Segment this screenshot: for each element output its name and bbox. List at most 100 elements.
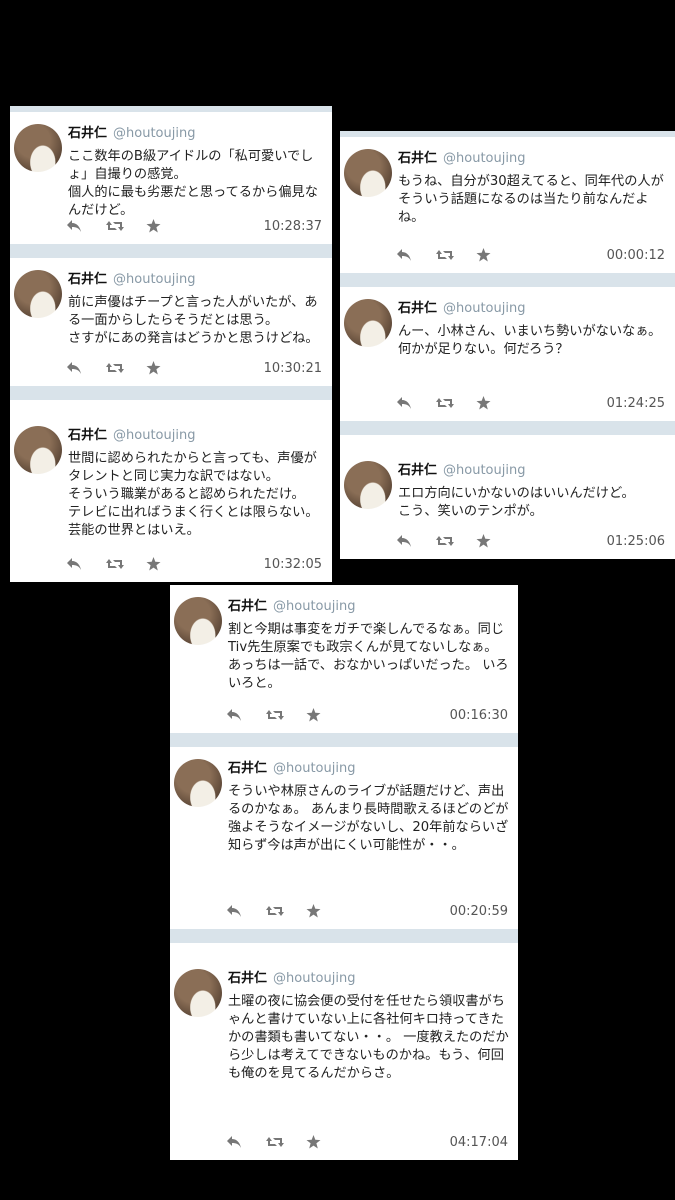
- favorite-icon[interactable]: [306, 1135, 346, 1149]
- tweet-card[interactable]: 石井仁 @houtoujing そういや林原さんのライブが話題だけど、声出るのかな…: [170, 747, 518, 943]
- avatar[interactable]: [174, 969, 222, 1017]
- user-name[interactable]: 石井仁: [228, 599, 267, 614]
- tweet-header: 石井仁 @houtoujing: [398, 297, 525, 316]
- tweet-header: 石井仁 @houtoujing: [228, 967, 355, 986]
- retweet-icon[interactable]: [106, 219, 146, 233]
- tweet-header: 石井仁 @houtoujing: [68, 122, 195, 141]
- reply-icon[interactable]: [66, 361, 106, 375]
- user-name[interactable]: 石井仁: [228, 761, 267, 776]
- user-handle[interactable]: @houtoujing: [443, 463, 525, 478]
- tweet-time[interactable]: 00:20:59: [450, 904, 508, 919]
- tweet-text: エロ方向にいかないのはいいんだけど。 こう、笑いのテンポが。: [398, 486, 635, 519]
- tweet-actions: 01:24:25: [396, 393, 665, 413]
- user-handle[interactable]: @houtoujing: [113, 272, 195, 287]
- user-handle[interactable]: @houtoujing: [273, 971, 355, 986]
- tweet-card[interactable]: 石井仁 @houtoujing 割と今期は事変をガチで楽しんでるなぁ。同じTiv先…: [170, 585, 518, 747]
- tweet-time[interactable]: 10:32:05: [264, 557, 322, 572]
- tweet-actions: 00:20:59: [226, 901, 508, 921]
- avatar[interactable]: [14, 124, 62, 172]
- retweet-icon[interactable]: [106, 361, 146, 375]
- favorite-icon[interactable]: [476, 248, 516, 262]
- avatar[interactable]: [344, 299, 392, 347]
- tweet-text: もうね、自分が30超えてると、同年代の人がそういう話題になるのは当たり前なんだよ…: [398, 174, 664, 225]
- user-name[interactable]: 石井仁: [398, 463, 437, 478]
- avatar[interactable]: [174, 597, 222, 645]
- reply-icon[interactable]: [396, 396, 436, 410]
- avatar[interactable]: [344, 149, 392, 197]
- user-name[interactable]: 石井仁: [68, 126, 107, 141]
- reply-icon[interactable]: [66, 219, 106, 233]
- tweet-time[interactable]: 10:30:21: [264, 361, 322, 376]
- favorite-icon[interactable]: [146, 219, 186, 233]
- tweet-actions: 04:17:04: [226, 1132, 508, 1152]
- retweet-icon[interactable]: [266, 708, 306, 722]
- tweet-card[interactable]: 石井仁 @houtoujing 前に声優はチープと言った人がいたが、ある一面からし…: [10, 258, 332, 400]
- favorite-icon[interactable]: [306, 904, 346, 918]
- user-name[interactable]: 石井仁: [398, 301, 437, 316]
- user-handle[interactable]: @houtoujing: [273, 599, 355, 614]
- tweet-actions: 00:16:30: [226, 705, 508, 725]
- favorite-icon[interactable]: [146, 361, 186, 375]
- tweet-text: ここ数年のB級アイドルの「私可愛いでしょ」自撮りの感覚。 個人的に最も劣悪だと思…: [68, 149, 318, 218]
- user-handle[interactable]: @houtoujing: [443, 301, 525, 316]
- retweet-icon[interactable]: [266, 904, 306, 918]
- reply-icon[interactable]: [66, 557, 106, 571]
- tweet-panel-bottom: 石井仁 @houtoujing 割と今期は事変をガチで楽しんでるなぁ。同じTiv先…: [170, 585, 518, 1160]
- tweet-time[interactable]: 00:16:30: [450, 708, 508, 723]
- reply-icon[interactable]: [396, 534, 436, 548]
- tweet-text: 土曜の夜に協会便の受付を任せたら領収書がちゃんと書けていない上に各社何キロ持って…: [228, 994, 509, 1081]
- tweet-actions: 01:25:06: [396, 531, 665, 551]
- retweet-icon[interactable]: [436, 248, 476, 262]
- user-name[interactable]: 石井仁: [68, 428, 107, 443]
- tweet-time[interactable]: 04:17:04: [450, 1135, 508, 1150]
- tweet-header: 石井仁 @houtoujing: [68, 268, 195, 287]
- tweet-card[interactable]: 石井仁 @houtoujing もうね、自分が30超えてると、同年代の人がそういう…: [340, 137, 675, 287]
- tweet-header: 石井仁 @houtoujing: [398, 459, 525, 478]
- tweet-time[interactable]: 00:00:12: [607, 248, 665, 263]
- reply-icon[interactable]: [226, 708, 266, 722]
- tweet-actions: 10:32:05: [66, 554, 322, 574]
- tweet-panel-right: 石井仁 @houtoujing もうね、自分が30超えてると、同年代の人がそういう…: [340, 131, 675, 559]
- tweet-card[interactable]: 石井仁 @houtoujing エロ方向にいかないのはいいんだけど。 こう、笑いの…: [340, 449, 675, 559]
- tweet-card[interactable]: 石井仁 @houtoujing 土曜の夜に協会便の受付を任せたら領収書がちゃんと書…: [170, 957, 518, 1160]
- tweet-card[interactable]: 石井仁 @houtoujing 世間に認められたからと言っても、声優がタレントと同…: [10, 414, 332, 582]
- favorite-icon[interactable]: [476, 396, 516, 410]
- user-name[interactable]: 石井仁: [398, 151, 437, 166]
- tweet-text: 世間に認められたからと言っても、声優がタレントと同じ実力な訳ではない。 そういう…: [68, 451, 319, 538]
- favorite-icon[interactable]: [476, 534, 516, 548]
- tweet-text: そういや林原さんのライブが話題だけど、声出るのかなぁ。 あんまり長時間歌えるほど…: [228, 784, 509, 853]
- retweet-icon[interactable]: [436, 396, 476, 410]
- tweet-actions: 10:30:21: [66, 358, 322, 378]
- avatar[interactable]: [14, 426, 62, 474]
- favorite-icon[interactable]: [146, 557, 186, 571]
- tweet-time[interactable]: 01:24:25: [607, 396, 665, 411]
- user-handle[interactable]: @houtoujing: [443, 151, 525, 166]
- user-handle[interactable]: @houtoujing: [273, 761, 355, 776]
- tweet-text: 割と今期は事変をガチで楽しんでるなぁ。同じTiv先生原案でも政宗くんが見てないし…: [228, 622, 509, 691]
- tweet-actions: 10:28:37: [66, 216, 322, 236]
- user-name[interactable]: 石井仁: [68, 272, 107, 287]
- reply-icon[interactable]: [226, 1135, 266, 1149]
- tweet-header: 石井仁 @houtoujing: [228, 595, 355, 614]
- user-handle[interactable]: @houtoujing: [113, 126, 195, 141]
- tweet-time[interactable]: 10:28:37: [264, 219, 322, 234]
- tweet-card[interactable]: 石井仁 @houtoujing ここ数年のB級アイドルの「私可愛いでしょ」自撮りの…: [10, 112, 332, 258]
- avatar[interactable]: [14, 270, 62, 318]
- favorite-icon[interactable]: [306, 708, 346, 722]
- tweet-card[interactable]: 石井仁 @houtoujing んー、小林さん、いまいち勢いがないなぁ。 何かが足…: [340, 287, 675, 435]
- retweet-icon[interactable]: [106, 557, 146, 571]
- reply-icon[interactable]: [396, 248, 436, 262]
- tweet-text: んー、小林さん、いまいち勢いがないなぁ。 何かが足りない。何だろう？: [398, 324, 662, 357]
- user-handle[interactable]: @houtoujing: [113, 428, 195, 443]
- avatar[interactable]: [174, 759, 222, 807]
- retweet-icon[interactable]: [436, 534, 476, 548]
- user-name[interactable]: 石井仁: [228, 971, 267, 986]
- retweet-icon[interactable]: [266, 1135, 306, 1149]
- tweet-header: 石井仁 @houtoujing: [228, 757, 355, 776]
- tweet-actions: 00:00:12: [396, 245, 665, 265]
- tweet-header: 石井仁 @houtoujing: [398, 147, 525, 166]
- tweet-time[interactable]: 01:25:06: [607, 534, 665, 549]
- reply-icon[interactable]: [226, 904, 266, 918]
- avatar[interactable]: [344, 461, 392, 509]
- tweet-header: 石井仁 @houtoujing: [68, 424, 195, 443]
